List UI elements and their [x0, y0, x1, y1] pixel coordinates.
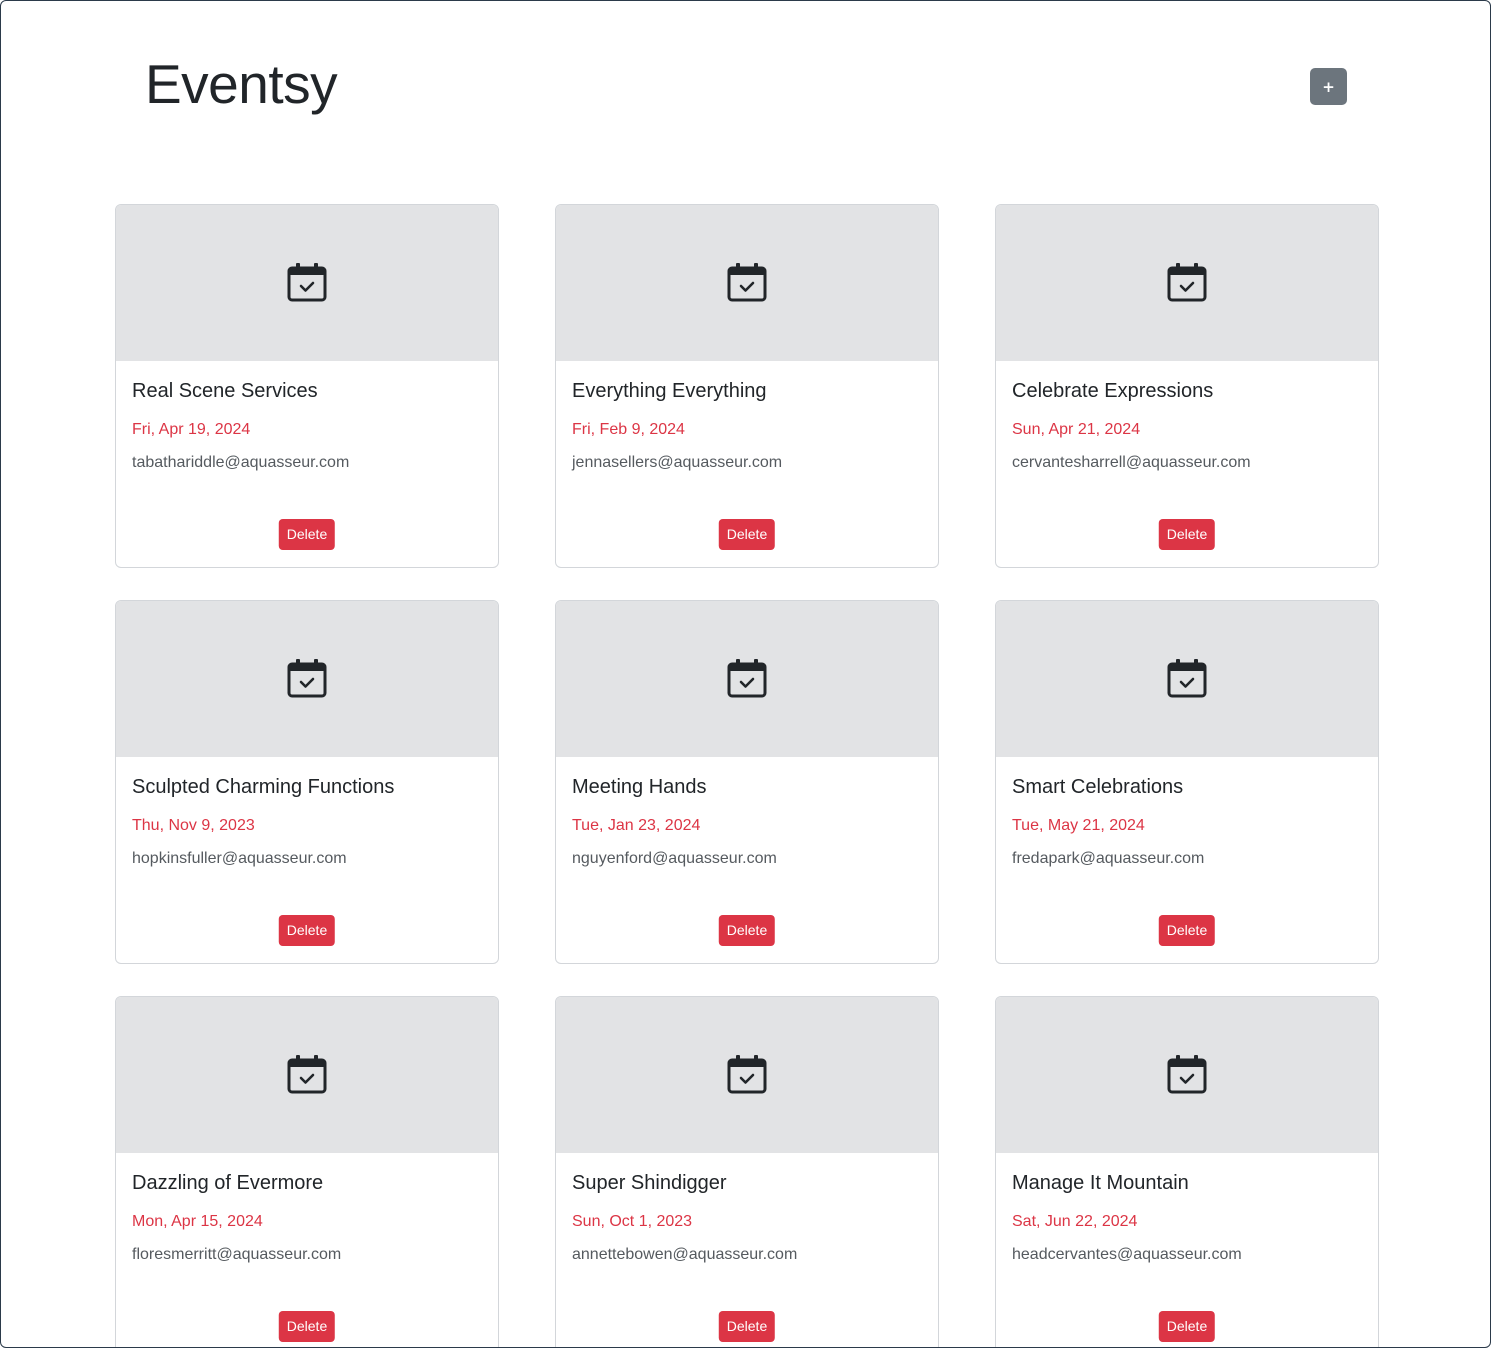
event-date: Sun, Oct 1, 2023 [572, 1213, 693, 1230]
calendar-check-icon [727, 263, 767, 302]
delete-button[interactable]: Delete [278, 1311, 336, 1342]
event-title: Meeting Hands [572, 776, 707, 798]
calendar-check-icon [287, 1055, 327, 1094]
event-title: Dazzling of Evermore [132, 1172, 324, 1194]
event-card: Real Scene Services Fri, Apr 19, 2024 ta… [115, 204, 499, 568]
delete-button[interactable]: Delete [1158, 1311, 1216, 1342]
event-email: tabathariddle@aquasseur.com [132, 454, 350, 471]
event-email: annettebowen@aquasseur.com [572, 1246, 798, 1263]
event-card: Sculpted Charming Functions Thu, Nov 9, … [115, 600, 499, 964]
event-date: Tue, May 21, 2024 [1012, 817, 1145, 834]
event-date: Fri, Apr 19, 2024 [132, 421, 251, 438]
event-email: headcervantes@aquasseur.com [1012, 1246, 1242, 1263]
event-title: Smart Celebrations [1012, 776, 1184, 798]
event-email: fredapark@aquasseur.com [1012, 850, 1205, 867]
delete-button[interactable]: Delete [278, 915, 336, 946]
event-title: Real Scene Services [132, 380, 318, 402]
delete-button[interactable]: Delete [718, 1311, 776, 1342]
event-card: Dazzling of Evermore Mon, Apr 15, 2024 f… [115, 996, 499, 1347]
calendar-check-icon [727, 1055, 767, 1094]
calendar-check-icon [1167, 659, 1207, 698]
event-email: jennasellers@aquasseur.com [572, 454, 783, 471]
event-card: Meeting Hands Tue, Jan 23, 2024 nguyenfo… [555, 600, 939, 964]
event-card: Everything Everything Fri, Feb 9, 2024 j… [555, 204, 939, 568]
event-card-image [116, 205, 498, 361]
event-card-image [556, 601, 938, 757]
events-grid: Real Scene Services Fri, Apr 19, 2024 ta… [115, 204, 1379, 1347]
event-date: Sun, Apr 21, 2024 [1012, 421, 1141, 438]
delete-button[interactable]: Delete [1158, 915, 1216, 946]
calendar-check-icon [287, 659, 327, 698]
event-title: Everything Everything [572, 380, 767, 402]
event-date: Mon, Apr 15, 2024 [132, 1213, 263, 1230]
event-title: Manage It Mountain [1012, 1172, 1189, 1194]
event-date: Fri, Feb 9, 2024 [572, 421, 685, 438]
calendar-check-icon [287, 263, 327, 302]
event-title: Super Shindigger [572, 1172, 727, 1194]
event-date: Sat, Jun 22, 2024 [1012, 1213, 1138, 1230]
event-card: Celebrate Expressions Sun, Apr 21, 2024 … [995, 204, 1379, 568]
app-window: Eventsy + Real Scene Services Fri, Apr 1… [0, 0, 1491, 1348]
event-card-image [996, 205, 1378, 361]
event-title: Sculpted Charming Functions [132, 776, 395, 798]
app-title: Eventsy [145, 53, 338, 115]
event-email: floresmerritt@aquasseur.com [132, 1246, 342, 1263]
calendar-check-icon [1167, 263, 1207, 302]
event-card: Super Shindigger Sun, Oct 1, 2023 annett… [555, 996, 939, 1347]
event-card-image [116, 997, 498, 1153]
event-card-image [996, 601, 1378, 757]
event-card-image [556, 997, 938, 1153]
calendar-check-icon [727, 659, 767, 698]
delete-button[interactable]: Delete [278, 519, 336, 550]
event-date: Thu, Nov 9, 2023 [132, 817, 255, 834]
delete-button[interactable]: Delete [1158, 519, 1216, 550]
event-date: Tue, Jan 23, 2024 [572, 817, 701, 834]
event-email: nguyenford@aquasseur.com [572, 850, 777, 867]
event-card: Smart Celebrations Tue, May 21, 2024 fre… [995, 600, 1379, 964]
calendar-check-icon [1167, 1055, 1207, 1094]
event-email: cervantesharrell@aquasseur.com [1012, 454, 1251, 471]
event-card-image [116, 601, 498, 757]
event-card-image [556, 205, 938, 361]
delete-button[interactable]: Delete [718, 915, 776, 946]
event-email: hopkinsfuller@aquasseur.com [132, 850, 347, 867]
event-card-image [996, 997, 1378, 1153]
add-event-button[interactable]: + [1310, 68, 1347, 105]
event-card: Manage It Mountain Sat, Jun 22, 2024 hea… [995, 996, 1379, 1347]
event-title: Celebrate Expressions [1012, 380, 1214, 402]
delete-button[interactable]: Delete [718, 519, 776, 550]
